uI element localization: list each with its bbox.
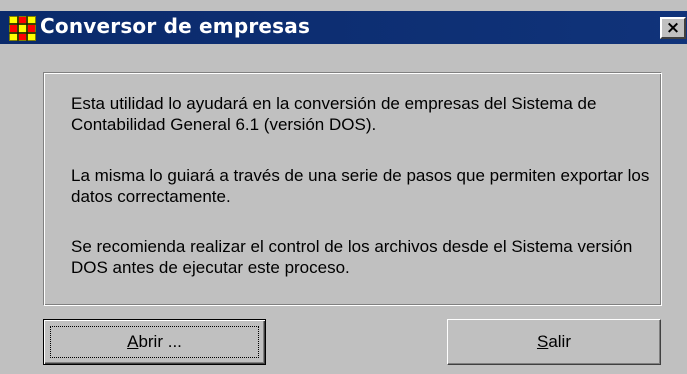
exit-button[interactable]: Salir: [447, 319, 661, 365]
info-paragraph-3: Se recomienda realizar el control de los…: [71, 237, 633, 277]
app-grid-icon: [9, 16, 36, 41]
exit-button-label: Salir: [536, 332, 571, 351]
window-title: Conversor de empresas: [40, 14, 311, 38]
close-icon: ×: [665, 17, 681, 38]
title-bar[interactable]: Conversor de empresas ×: [0, 11, 687, 44]
focus-rectangle: [50, 326, 259, 358]
close-button[interactable]: ×: [660, 17, 686, 39]
info-paragraph-1: Esta utilidad lo ayudará en la conversió…: [71, 94, 597, 134]
open-button[interactable]: Abrir ...: [43, 319, 266, 365]
info-paragraph-2: La misma lo guiará a través de una serie…: [71, 166, 650, 206]
dialog-window: Conversor de empresas × Esta utilidad lo…: [0, 0, 687, 374]
